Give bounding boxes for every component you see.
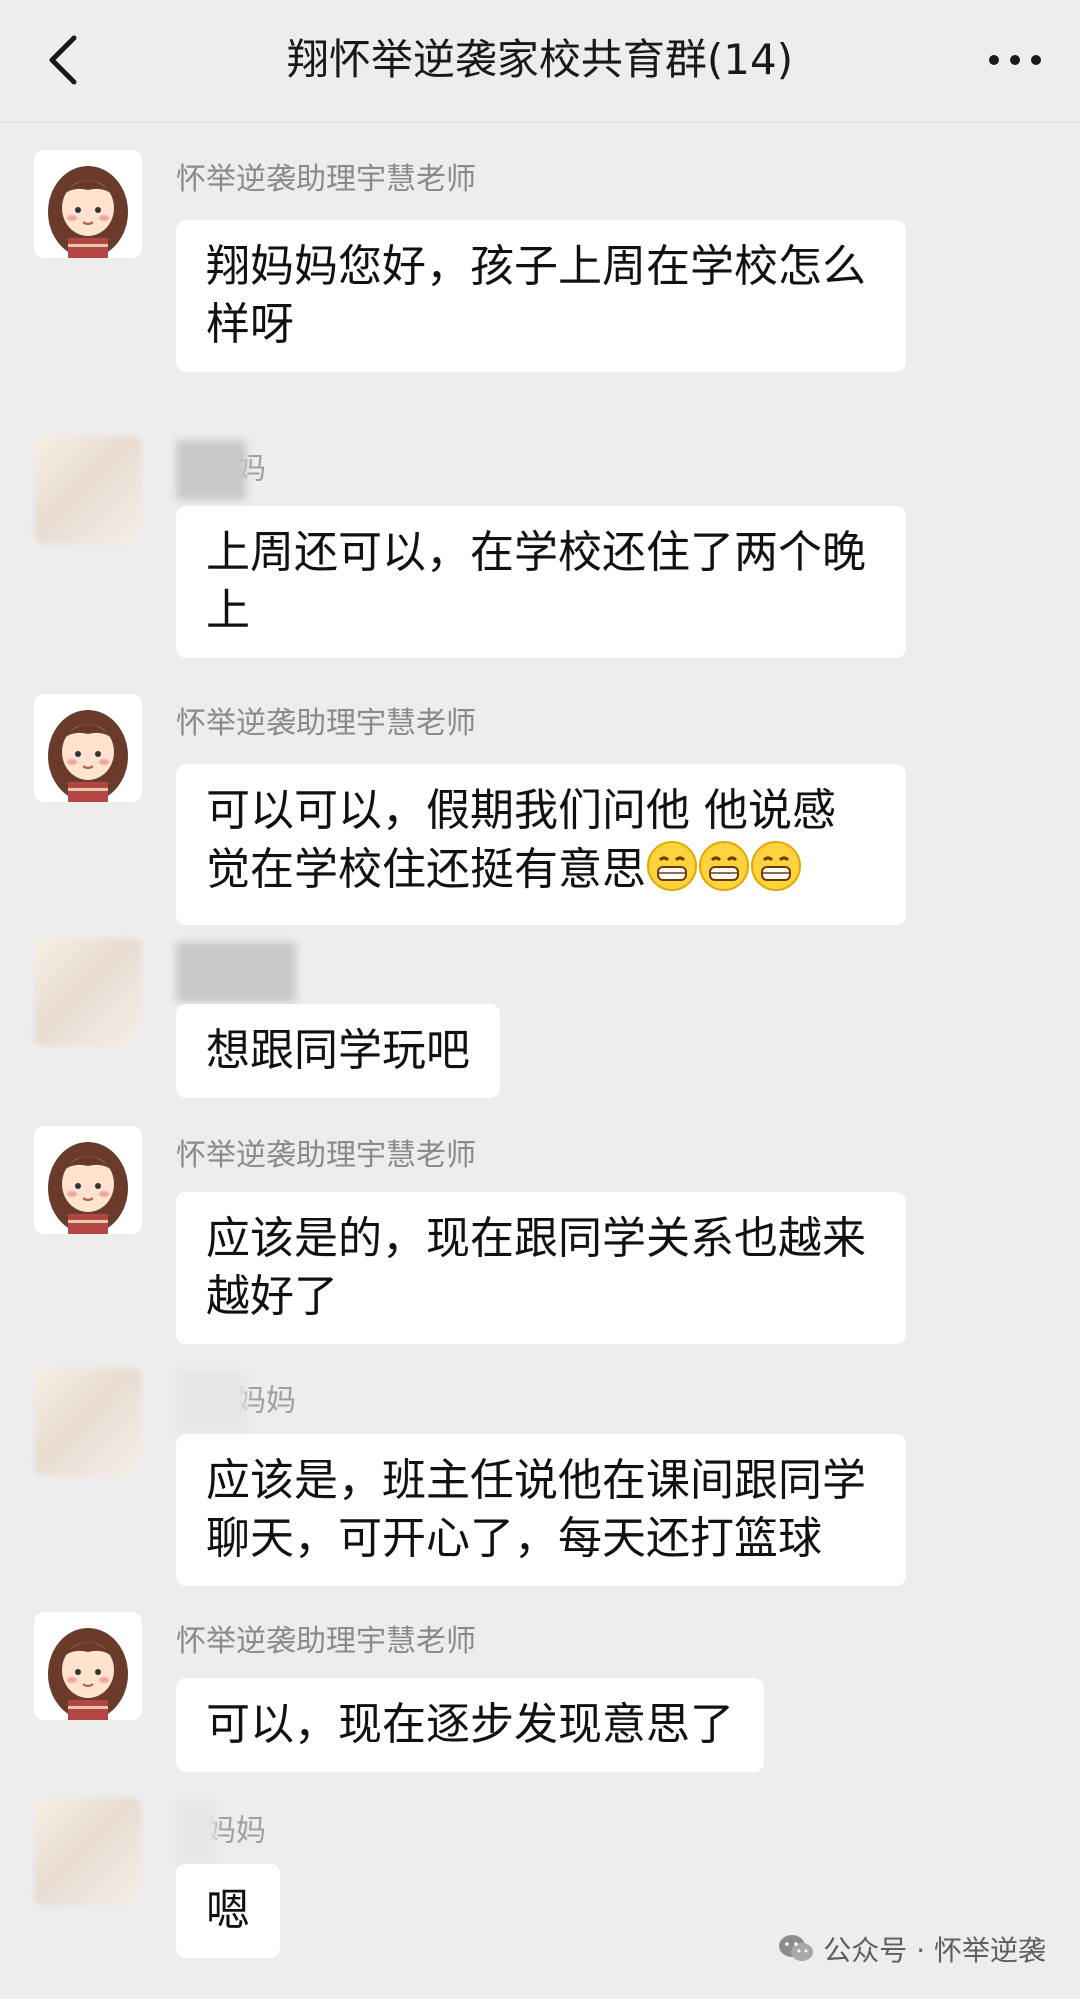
redaction-mask bbox=[176, 1372, 246, 1432]
message-bubble[interactable]: 翔妈妈您好，孩子上周在学校怎么样呀 bbox=[176, 220, 906, 372]
sender-name: 妈妈 bbox=[176, 1372, 296, 1432]
watermark-text: 公众号 · 怀举逆袭 bbox=[823, 1934, 1046, 1967]
more-horizontal-icon bbox=[989, 55, 1041, 65]
message-bubble[interactable]: 应该是的，现在跟同学关系也越来越好了 bbox=[176, 1192, 906, 1344]
avatar[interactable] bbox=[34, 938, 142, 1046]
avatar[interactable] bbox=[34, 694, 142, 802]
sender-name: 怀举逆袭助理宇慧老师 bbox=[176, 706, 476, 741]
redaction-mask bbox=[176, 440, 246, 500]
grinning-face-icon bbox=[750, 840, 802, 907]
avatar[interactable] bbox=[34, 1368, 142, 1476]
avatar[interactable] bbox=[34, 150, 142, 258]
teacher-avatar-icon bbox=[34, 1126, 142, 1234]
message-bubble[interactable]: 可以可以，假期我们问他 他说感觉在学校住还挺有意思 bbox=[176, 764, 906, 925]
message-bubble[interactable]: 可以，现在逐步发现意思了 bbox=[176, 1678, 764, 1772]
sender-name: 妈妈 bbox=[176, 1802, 266, 1862]
avatar[interactable] bbox=[34, 1126, 142, 1234]
back-button[interactable] bbox=[36, 30, 96, 90]
teacher-avatar-icon bbox=[34, 150, 142, 258]
chevron-left-icon bbox=[49, 35, 77, 85]
wechat-icon bbox=[779, 1935, 814, 1961]
message-bubble[interactable]: 想跟同学玩吧 bbox=[176, 1004, 500, 1098]
teacher-avatar-icon bbox=[34, 1612, 142, 1720]
teacher-avatar-icon bbox=[34, 694, 142, 802]
avatar[interactable] bbox=[34, 436, 142, 544]
sender-name: 怀举逆袭助理宇慧老师 bbox=[176, 1138, 476, 1173]
chat-title: 翔怀举逆袭家校共育群(14) bbox=[286, 35, 794, 84]
sender-name: 怀举逆袭助理宇慧老师 bbox=[176, 162, 476, 197]
chat-header: 翔怀举逆袭家校共育群(14) bbox=[0, 0, 1080, 123]
avatar[interactable] bbox=[34, 1798, 142, 1906]
more-button[interactable] bbox=[980, 30, 1050, 90]
redaction-mask bbox=[176, 1802, 216, 1862]
avatar[interactable] bbox=[34, 1612, 142, 1720]
message-bubble[interactable]: 嗯 bbox=[176, 1864, 280, 1958]
redaction-mask bbox=[176, 942, 296, 1002]
sender-name: 怀举逆袭助理宇慧老师 bbox=[176, 1624, 476, 1659]
grinning-face-icon bbox=[646, 840, 698, 907]
message-bubble[interactable]: 应该是，班主任说他在课间跟同学聊天，可开心了，每天还打篮球 bbox=[176, 1434, 906, 1586]
sender-name: 妈 bbox=[176, 440, 266, 500]
watermark: 公众号 · 怀举逆袭 bbox=[777, 1929, 1046, 1969]
message-bubble[interactable]: 上周还可以，在学校还住了两个晚上 bbox=[176, 506, 906, 658]
grinning-face-icon bbox=[698, 840, 750, 907]
sender-name bbox=[176, 942, 296, 1002]
